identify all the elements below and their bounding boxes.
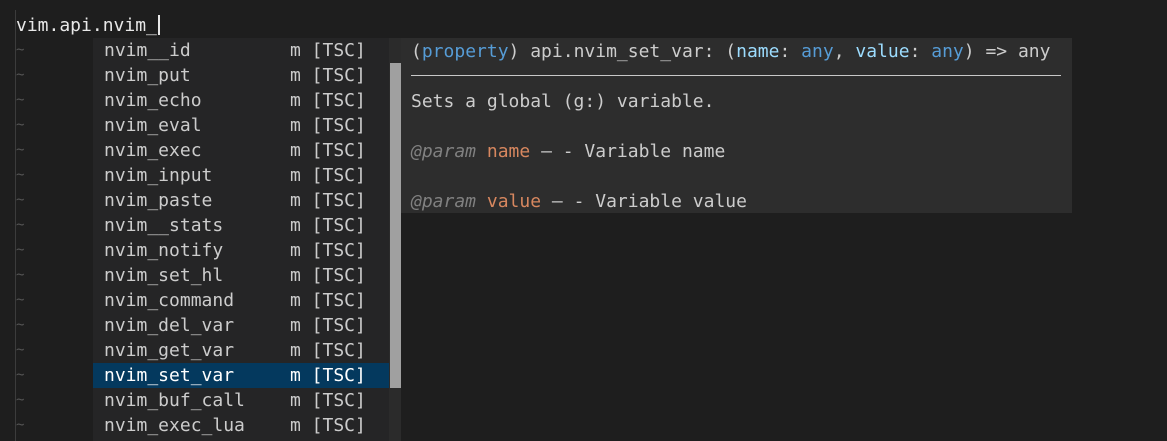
completion-item[interactable]: nvim_buf_call m [TSC]	[93, 388, 389, 413]
empty-line-tilde: ~	[16, 267, 25, 283]
completion-item[interactable]: nvim__stats m [TSC]	[93, 213, 389, 238]
empty-line-tilde: ~	[16, 67, 25, 83]
completion-item[interactable]: nvim_command m [TSC]	[93, 288, 389, 313]
completion-item-label: nvim_set_hl	[104, 265, 224, 286]
completion-item-label: nvim_paste	[104, 190, 213, 211]
completion-item-label: nvim_put	[104, 65, 191, 86]
completion-item-kind: m [TSC]	[290, 415, 366, 436]
command-line[interactable]: vim.api.nvim_	[16, 13, 160, 38]
sig-param-name: name	[736, 41, 780, 62]
completion-item-label: nvim_buf_call	[104, 390, 245, 411]
completion-item-label: nvim__id	[104, 40, 191, 61]
completion-item-kind: m [TSC]	[290, 65, 366, 86]
completion-item-label: nvim__stats	[104, 215, 224, 236]
completion-item[interactable]: nvim_input m [TSC]	[93, 163, 389, 188]
completion-item[interactable]: nvim_set_hl m [TSC]	[93, 263, 389, 288]
doc-param-value: @param value — - Variable value	[411, 191, 747, 212]
completion-scrollbar-thumb[interactable]	[390, 63, 401, 388]
signature-line: (property) api.nvim_set_var: (name: any,…	[411, 41, 1051, 62]
completion-item-label: nvim_exec	[104, 140, 202, 161]
empty-line-tilde: ~	[16, 167, 25, 183]
empty-line-tilde: ~	[16, 242, 25, 258]
doc-description: Sets a global (g:) variable.	[411, 91, 715, 112]
completion-item-kind: m [TSC]	[290, 115, 366, 136]
completion-item-label: nvim_set_var	[104, 365, 235, 386]
completion-item-label: nvim_get_var	[104, 340, 235, 361]
completion-item[interactable]: nvim_exec_lua m [TSC]	[93, 413, 389, 438]
completion-item-kind: m [TSC]	[290, 340, 366, 361]
completion-item-kind: m [TSC]	[290, 265, 366, 286]
empty-line-tilde: ~	[16, 292, 25, 308]
completion-item-label: nvim_input	[104, 165, 213, 186]
completion-item-kind: m [TSC]	[290, 365, 366, 386]
empty-line-tilde: ~	[16, 117, 25, 133]
empty-line-tilde: ~	[16, 217, 25, 233]
doc-divider	[411, 75, 1061, 76]
completion-item-kind: m [TSC]	[290, 390, 366, 411]
completion-menu[interactable]: nvim_exec_lua m [TSC] nvim_buf_call m [TSC]…	[93, 38, 401, 441]
completion-item-kind: m [TSC]	[290, 290, 366, 311]
text-cursor	[157, 15, 160, 35]
empty-line-tilde: ~	[16, 342, 25, 358]
completion-item-label: nvim_echo	[104, 90, 202, 111]
command-text: vim.api.nvim_	[16, 15, 157, 36]
empty-line-tilde: ~	[16, 392, 25, 408]
completion-item-kind: m [TSC]	[290, 240, 366, 261]
empty-line-tilde: ~	[16, 42, 25, 58]
completion-item[interactable]: nvim_exec m [TSC]	[93, 138, 389, 163]
completion-item-kind: m [TSC]	[290, 90, 366, 111]
completion-item-kind: m [TSC]	[290, 165, 366, 186]
completion-item[interactable]: nvim_notify m [TSC]	[93, 238, 389, 263]
empty-line-tilde: ~	[16, 142, 25, 158]
completion-item-label: nvim_exec_lua	[104, 415, 245, 436]
completion-item-label: nvim_eval	[104, 115, 202, 136]
completion-item[interactable]: nvim_del_var m [TSC]	[93, 313, 389, 338]
completion-item-kind: m [TSC]	[290, 190, 366, 211]
documentation-panel: (property) api.nvim_set_var: (name: any,…	[401, 38, 1072, 213]
empty-line-tilde: ~	[16, 317, 25, 333]
completion-item-label: nvim_del_var	[104, 315, 235, 336]
doc-param-name: @param name — - Variable name	[411, 141, 726, 162]
completion-item[interactable]: nvim_get_var m [TSC]	[93, 338, 389, 363]
completion-item[interactable]: nvim_eval m [TSC]	[93, 113, 389, 138]
completion-item[interactable]: nvim__id m [TSC]	[93, 38, 389, 63]
sig-param-type-2: any	[931, 41, 964, 62]
completion-item-selected[interactable]: nvim_set_var m [TSC]	[93, 363, 389, 388]
empty-line-tilde: ~	[16, 92, 25, 108]
completion-item-kind: m [TSC]	[290, 40, 366, 61]
completion-item-kind: m [TSC]	[290, 315, 366, 336]
sig-keyword: property	[421, 41, 509, 62]
editor-window[interactable]: vim.api.nvim_ ~ ~ ~ ~ ~ ~ ~ ~ ~ ~ ~ ~ ~ ~ ~ ~ nvim_exec…	[0, 0, 1167, 441]
completion-item-label: nvim_notify	[104, 240, 224, 261]
completion-item-kind: m [TSC]	[290, 215, 366, 236]
empty-line-tilde: ~	[16, 367, 25, 383]
sig-param-value: value	[855, 41, 910, 62]
sig-param-type: any	[801, 41, 834, 62]
completion-item-kind: m [TSC]	[290, 140, 366, 161]
completion-item[interactable]: nvim_put m [TSC]	[93, 63, 389, 88]
completion-item-label: nvim_command	[104, 290, 235, 311]
completion-item[interactable]: nvim_echo m [TSC]	[93, 88, 389, 113]
completion-item[interactable]: nvim_paste m [TSC]	[93, 188, 389, 213]
empty-line-tilde: ~	[16, 417, 25, 433]
empty-line-tilde: ~	[16, 192, 25, 208]
